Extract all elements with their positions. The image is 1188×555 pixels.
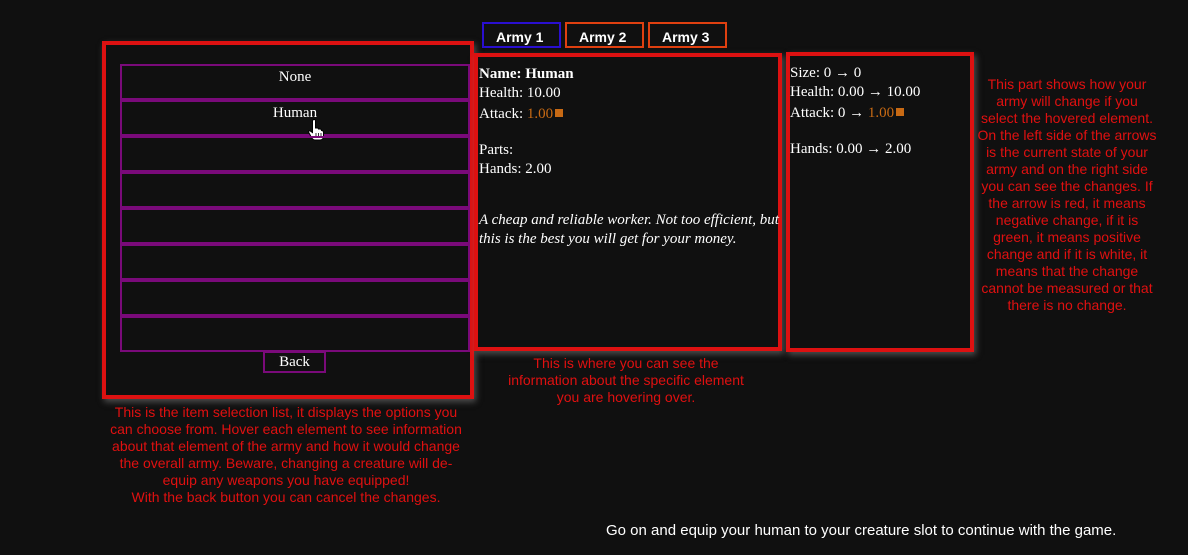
list-item-none[interactable]: None [120, 64, 470, 100]
change-panel-help: This part shows how your army will chang… [977, 76, 1157, 313]
instruction-message: Go on and equip your human to your creat… [606, 522, 1117, 539]
tab-army-1[interactable]: Army 1 [482, 22, 561, 48]
element-description: A cheap and reliable worker. Not too eff… [479, 212, 779, 247]
list-item-empty[interactable] [120, 280, 470, 316]
item-selection-panel: None Human Back [102, 41, 474, 399]
element-hands: Hands: 2.00 [479, 161, 552, 177]
item-list: None Human [120, 64, 470, 352]
element-info-panel: Name: Human Health: 10.00 Attack: 1.00 P… [474, 53, 782, 351]
back-help-text: With the back button you can cancel the … [131, 489, 441, 505]
army-change-panel: Size: 0 → 0 Health: 0.00 → 10.00 Attack:… [786, 52, 974, 352]
parts-label: Parts: [479, 142, 514, 158]
army-changes: Size: 0 → 0 Health: 0.00 → 10.00 Attack:… [790, 64, 920, 159]
element-health: Health: 10.00 [479, 85, 561, 101]
change-health: Health: 0.00 → 10.00 [790, 84, 921, 100]
list-item-empty[interactable] [120, 316, 470, 352]
attack-new-value: 1.00 [867, 105, 895, 121]
tab-army-2[interactable]: Army 2 [565, 22, 644, 48]
element-name: Name: Human [479, 66, 574, 82]
attack-value: 1.00 [526, 106, 554, 122]
tab-army-3[interactable]: Army 3 [648, 22, 727, 48]
change-size: Size: 0 → 0 [790, 65, 862, 81]
info-panel-help: This is where you can see the informatio… [508, 355, 744, 405]
element-info: Name: Human Health: 10.00 Attack: 1.00 P… [479, 65, 574, 179]
attack-prefix: Attack: 0 → [790, 105, 868, 121]
item-list-help: This is the item selection list, it disp… [108, 404, 464, 506]
army-tabs: Army 1 Army 2 Army 3 [482, 22, 727, 48]
list-item-empty[interactable] [120, 244, 470, 280]
list-item-human[interactable]: Human [120, 100, 470, 141]
change-attack: Attack: 0 → 1.00 [790, 104, 920, 123]
list-item-empty[interactable] [120, 172, 470, 208]
orange-square-icon [896, 108, 905, 116]
attack-label: Attack: [479, 106, 527, 122]
item-list-help-text: This is the item selection list, it disp… [110, 404, 462, 488]
element-attack: Attack: 1.00 [479, 105, 574, 124]
back-button[interactable]: Back [263, 351, 326, 373]
orange-square-icon [555, 109, 564, 117]
change-hands: Hands: 0.00 → 2.00 [790, 141, 912, 157]
list-item-empty[interactable] [120, 136, 470, 172]
list-item-empty[interactable] [120, 208, 470, 244]
